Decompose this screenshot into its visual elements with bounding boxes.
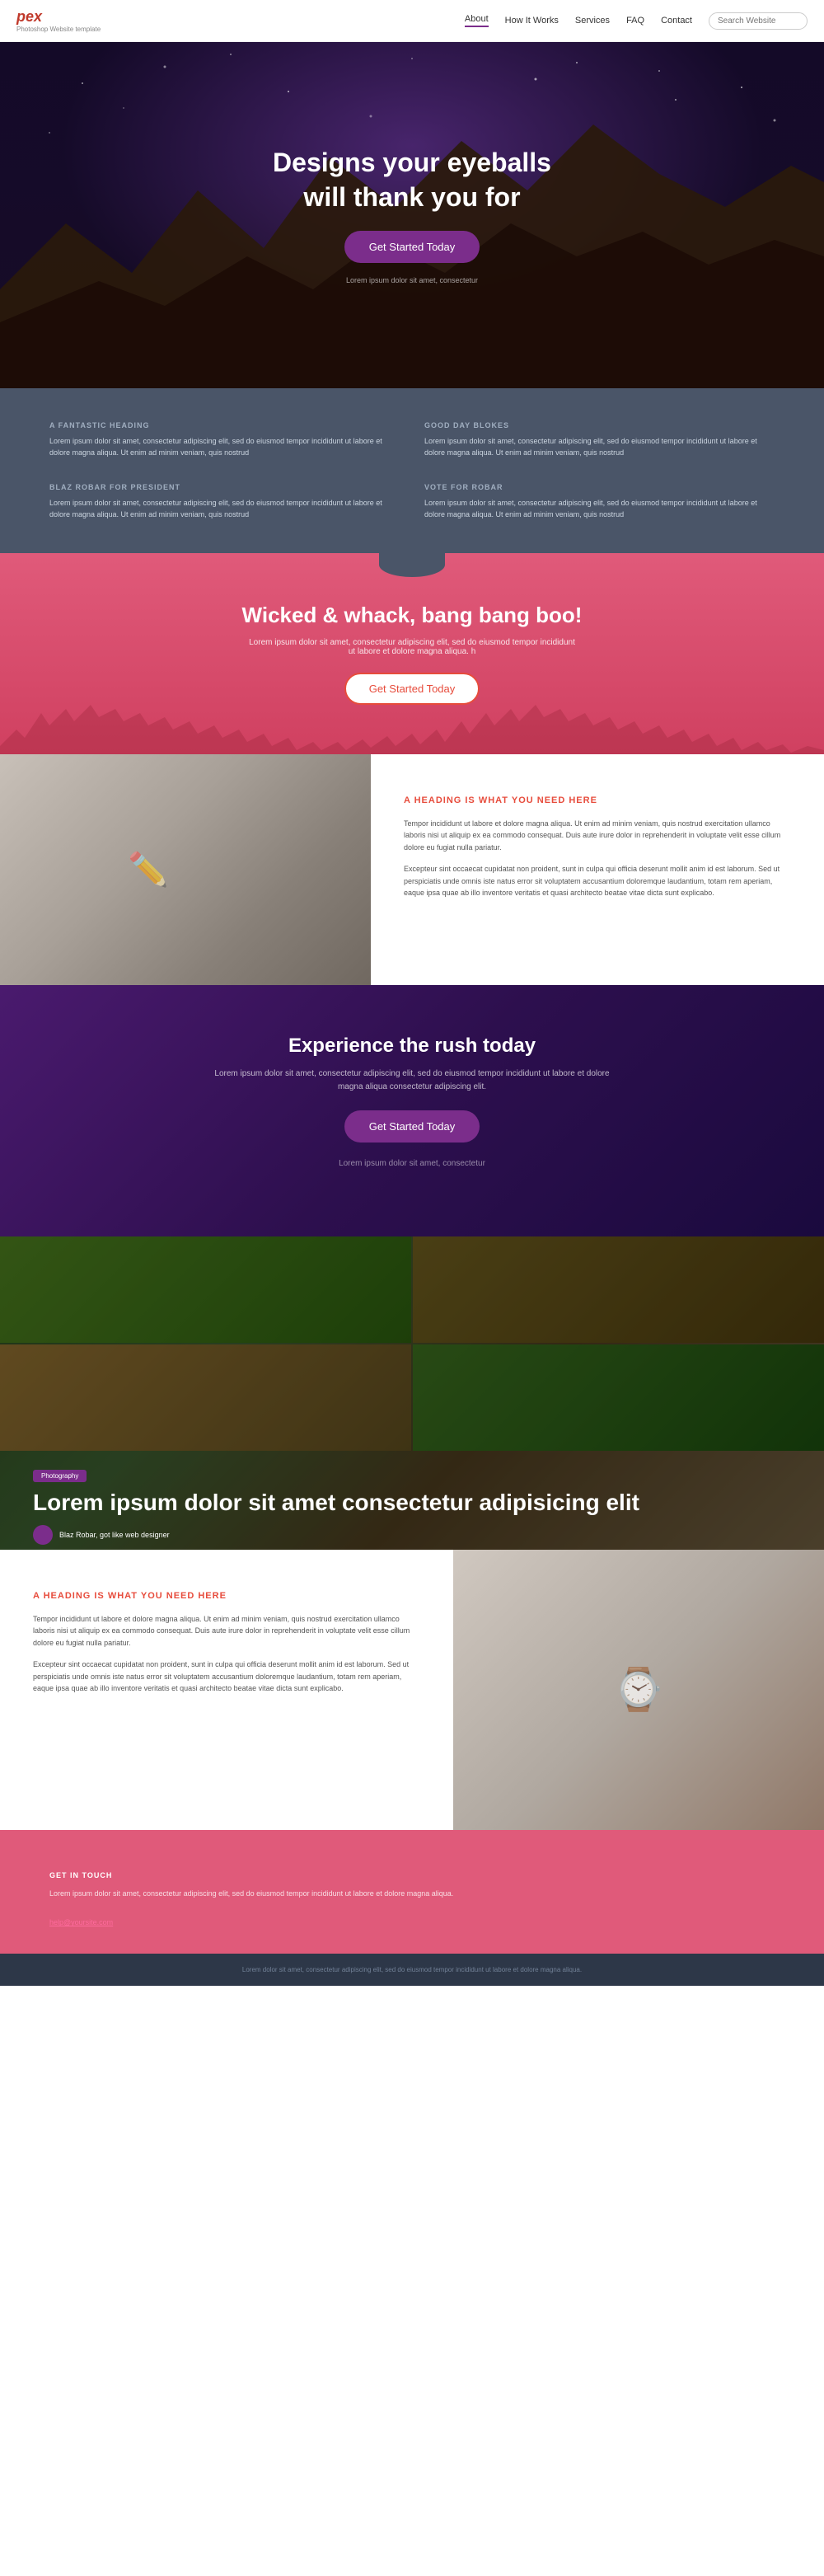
hero-sub-text: Lorem ipsum dolor sit amet, consectetur xyxy=(273,276,551,284)
footer-heading: GET IN TOUCH xyxy=(49,1871,775,1879)
purple-rush-cta-button[interactable]: Get Started Today xyxy=(344,1110,480,1143)
feature-heading-3: BLAZ ROBAR FOR PRESIDENT xyxy=(49,483,400,491)
content-heading: A HEADING IS WHAT YOU NEED HERE xyxy=(404,795,791,805)
hero-title: Designs your eyeballs will thank you for xyxy=(273,146,551,214)
split-para-2: Excepteur sint occaecat cupidatat non pr… xyxy=(33,1659,420,1694)
feature-body-2: Lorem ipsum dolor sit amet, consectetur … xyxy=(424,436,775,458)
nav-how-it-works[interactable]: How It Works xyxy=(505,16,559,26)
food-author: Blaz Robar, got like web designer xyxy=(33,1525,791,1545)
purple-rush-section: Experience the rush today Lorem ipsum do… xyxy=(0,985,824,1236)
split-section: A HEADING IS WHAT YOU NEED HERE Tempor i… xyxy=(0,1550,824,1830)
nav-contact[interactable]: Contact xyxy=(661,16,692,26)
hero-section: Designs your eyeballs will thank you for… xyxy=(0,42,824,388)
food-title: Lorem ipsum dolor sit amet consectetur a… xyxy=(33,1489,791,1517)
footer: GET IN TOUCH Lorem ipsum dolor sit amet,… xyxy=(0,1830,824,1954)
feature-body-4: Lorem ipsum dolor sit amet, consectetur … xyxy=(424,498,775,520)
author-avatar xyxy=(33,1525,53,1545)
writing-image xyxy=(0,754,371,985)
split-para-1: Tempor incididunt ut labore et dolore ma… xyxy=(33,1613,420,1649)
feature-heading-2: GOOD DAY BLOKES xyxy=(424,421,775,429)
search-input[interactable] xyxy=(709,12,808,30)
content-para-2: Excepteur sint occaecat cupidatat non pr… xyxy=(404,863,791,899)
feature-item-1: A FANTASTIC HEADING Lorem ipsum dolor si… xyxy=(49,421,400,458)
content-para-1: Tempor incididunt ut labore et dolore ma… xyxy=(404,818,791,853)
feature-heading-4: VOTE FOR ROBAR xyxy=(424,483,775,491)
feature-item-4: VOTE FOR ROBAR Lorem ipsum dolor sit ame… xyxy=(424,483,775,520)
nav-links: About How It Works Services FAQ Contact xyxy=(465,12,808,30)
pink-cta-title: Wicked & whack, bang bang boo! xyxy=(33,603,791,628)
tree-silhouette xyxy=(0,705,824,754)
notch-decoration xyxy=(379,553,445,577)
feature-heading-1: A FANTASTIC HEADING xyxy=(49,421,400,429)
purple-rush-sub: Lorem ipsum dolor sit amet, consectetur xyxy=(206,1157,618,1171)
nav-about[interactable]: About xyxy=(465,14,489,27)
footer-email[interactable]: help@yoursite.com xyxy=(49,1918,113,1926)
pink-cta-body: Lorem ipsum dolor sit amet, consectetur … xyxy=(247,638,577,656)
nav-faq[interactable]: FAQ xyxy=(626,16,644,26)
footer-body: Lorem ipsum dolor sit amet, consectetur … xyxy=(49,1888,775,1899)
logo: pex Photoshop Website template xyxy=(16,8,101,33)
features-grid: A FANTASTIC HEADING Lorem ipsum dolor si… xyxy=(49,421,775,520)
feature-body-3: Lorem ipsum dolor sit amet, consectetur … xyxy=(49,498,400,520)
feature-body-1: Lorem ipsum dolor sit amet, consectetur … xyxy=(49,436,400,458)
watch-image xyxy=(453,1550,824,1830)
purple-rush-body: Lorem ipsum dolor sit amet, consectetur … xyxy=(206,1067,618,1094)
feature-item-3: BLAZ ROBAR FOR PRESIDENT Lorem ipsum dol… xyxy=(49,483,400,520)
content-text: A HEADING IS WHAT YOU NEED HERE Tempor i… xyxy=(371,754,824,985)
nav-services[interactable]: Services xyxy=(575,16,610,26)
split-text: A HEADING IS WHAT YOU NEED HERE Tempor i… xyxy=(0,1550,453,1830)
pink-cta-section: Wicked & whack, bang bang boo! Lorem ips… xyxy=(0,553,824,754)
purple-rush-title: Experience the rush today xyxy=(33,1035,791,1058)
food-tag: Photography xyxy=(33,1470,87,1482)
food-content: Photography Lorem ipsum dolor sit amet c… xyxy=(0,1236,824,1550)
hero-cta-button[interactable]: Get Started Today xyxy=(344,231,480,263)
navbar: pex Photoshop Website template About How… xyxy=(0,0,824,42)
bottom-bar: Lorem dolor sit amet, consectetur adipis… xyxy=(0,1954,824,1986)
feature-item-2: GOOD DAY BLOKES Lorem ipsum dolor sit am… xyxy=(424,421,775,458)
bottom-bar-text: Lorem dolor sit amet, consectetur adipis… xyxy=(49,1966,775,1973)
content-image-section: A HEADING IS WHAT YOU NEED HERE Tempor i… xyxy=(0,754,824,985)
author-name: Blaz Robar, got like web designer xyxy=(59,1531,170,1539)
hero-content: Designs your eyeballs will thank you for… xyxy=(240,146,584,284)
food-section: Photography Lorem ipsum dolor sit amet c… xyxy=(0,1236,824,1550)
features-section: A FANTASTIC HEADING Lorem ipsum dolor si… xyxy=(0,388,824,553)
pink-cta-button[interactable]: Get Started Today xyxy=(344,673,480,705)
split-heading: A HEADING IS WHAT YOU NEED HERE xyxy=(33,1591,420,1601)
